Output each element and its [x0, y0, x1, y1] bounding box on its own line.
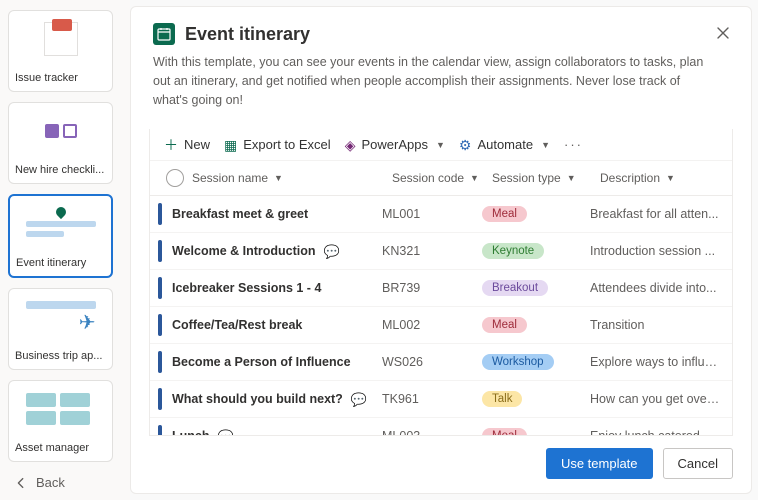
close-button[interactable] [711, 21, 735, 45]
powerapps-icon: ◈ [345, 138, 356, 152]
plus-icon: ＋ [164, 138, 178, 152]
use-template-button[interactable]: Use template [546, 448, 653, 479]
template-detail-panel: Event itinerary With this template, you … [130, 6, 752, 494]
cancel-button[interactable]: Cancel [663, 448, 733, 479]
list-rows[interactable]: Breakfast meet & greet ML001 Meal Breakf… [150, 196, 732, 435]
new-label: New [184, 137, 210, 152]
session-code: ML001 [382, 207, 482, 221]
page-description: With this template, you can see your eve… [153, 53, 713, 109]
chevron-down-icon: ▼ [666, 173, 675, 183]
session-name: What should you build next? [172, 392, 343, 406]
list-preview: ＋ New ▦ Export to Excel ◈ PowerApps ▼ ⚙ … [149, 129, 733, 436]
template-business-trip[interactable]: ✈ Business trip ap... [8, 288, 113, 370]
row-accent [158, 351, 162, 373]
session-name: Icebreaker Sessions 1 - 4 [172, 281, 321, 295]
template-event-itinerary[interactable]: Event itinerary [8, 194, 113, 278]
session-description: Enjoy lunch catered b... [590, 429, 726, 435]
session-code: ML003 [382, 429, 482, 435]
comment-icon[interactable]: 💬 [324, 245, 340, 258]
session-code: ML002 [382, 318, 482, 332]
template-label: New hire checkli... [9, 159, 112, 183]
template-new-hire-checklist[interactable]: New hire checkli... [8, 102, 113, 184]
session-name: Breakfast meet & greet [172, 207, 308, 221]
row-accent [158, 277, 162, 299]
back-button[interactable]: Back [8, 465, 122, 500]
session-code: WS026 [382, 355, 482, 369]
automate-button[interactable]: ⚙ Automate ▼ [459, 137, 550, 152]
chevron-down-icon: ▼ [541, 140, 550, 150]
table-row[interactable]: Welcome & Introduction 💬 KN321 Keynote I… [150, 233, 732, 270]
circle-icon [166, 169, 184, 187]
session-type: Meal [482, 428, 590, 435]
chevron-left-icon [14, 476, 28, 490]
session-description: Attendees divide into... [590, 281, 726, 295]
session-code: TK961 [382, 392, 482, 406]
new-button[interactable]: ＋ New [164, 137, 210, 152]
session-description: How can you get over... [590, 392, 726, 406]
command-bar: ＋ New ▦ Export to Excel ◈ PowerApps ▼ ⚙ … [150, 129, 732, 161]
table-row[interactable]: Become a Person of Influence WS026 Works… [150, 344, 732, 381]
powerapps-button[interactable]: ◈ PowerApps ▼ [345, 137, 445, 152]
row-accent [158, 425, 162, 435]
column-header-session-code[interactable]: Session code▼ [392, 171, 492, 185]
excel-icon: ▦ [224, 138, 237, 152]
template-label: Issue tracker [9, 67, 112, 91]
comment-icon[interactable]: 💬 [351, 393, 367, 406]
table-row[interactable]: Icebreaker Sessions 1 - 4 BR739 Breakout… [150, 270, 732, 307]
session-type: Workshop [482, 354, 590, 370]
close-icon [716, 26, 730, 40]
session-type: Keynote [482, 243, 590, 259]
session-description: Introduction session ... [590, 244, 726, 258]
template-label: Event itinerary [10, 252, 111, 276]
session-code: KN321 [382, 244, 482, 258]
column-header-row: Session name▼ Session code▼ Session type… [150, 161, 732, 196]
template-sidebar: Issue tracker New hire checkli... Event … [0, 0, 130, 500]
session-type: Meal [482, 206, 590, 222]
template-list: Issue tracker New hire checkli... Event … [8, 10, 122, 465]
row-accent [158, 203, 162, 225]
back-label: Back [36, 475, 65, 490]
row-accent [158, 314, 162, 336]
session-name: Coffee/Tea/Rest break [172, 318, 302, 332]
session-type: Meal [482, 317, 590, 333]
table-row[interactable]: Breakfast meet & greet ML001 Meal Breakf… [150, 196, 732, 233]
table-row[interactable]: Coffee/Tea/Rest break ML002 Meal Transit… [150, 307, 732, 344]
flow-icon: ⚙ [459, 138, 472, 152]
more-commands-button[interactable]: ··· [564, 137, 583, 152]
column-header-session-type[interactable]: Session type▼ [492, 171, 600, 185]
select-all[interactable] [158, 169, 192, 187]
session-description: Breakfast for all atten... [590, 207, 726, 221]
template-label: Business trip ap... [9, 345, 112, 369]
dialog-footer: Use template Cancel [131, 436, 751, 493]
chevron-down-icon: ▼ [567, 173, 576, 183]
template-label: Asset manager [9, 437, 112, 461]
session-type: Breakout [482, 280, 590, 296]
chevron-down-icon: ▼ [274, 173, 283, 183]
session-description: Transition [590, 318, 726, 332]
chevron-down-icon: ▼ [470, 173, 479, 183]
export-excel-label: Export to Excel [243, 137, 330, 152]
export-excel-button[interactable]: ▦ Export to Excel [224, 137, 331, 152]
session-name: Lunch [172, 429, 210, 435]
table-row[interactable]: Lunch 💬 ML003 Meal Enjoy lunch catered b… [150, 418, 732, 435]
comment-icon[interactable]: 💬 [218, 430, 234, 435]
calendar-icon [153, 23, 175, 45]
session-type: Talk [482, 391, 590, 407]
session-description: Explore ways to influe... [590, 355, 726, 369]
row-accent [158, 388, 162, 410]
chevron-down-icon: ▼ [436, 140, 445, 150]
template-asset-manager[interactable]: Asset manager [8, 380, 113, 462]
column-header-session-name[interactable]: Session name▼ [192, 171, 392, 185]
row-accent [158, 240, 162, 262]
page-title: Event itinerary [185, 24, 310, 45]
session-name: Welcome & Introduction [172, 244, 316, 258]
powerapps-label: PowerApps [361, 137, 427, 152]
template-issue-tracker[interactable]: Issue tracker [8, 10, 113, 92]
table-row[interactable]: What should you build next? 💬 TK961 Talk… [150, 381, 732, 418]
column-header-description[interactable]: Description▼ [600, 171, 726, 185]
session-name: Become a Person of Influence [172, 355, 351, 369]
session-code: BR739 [382, 281, 482, 295]
automate-label: Automate [477, 137, 533, 152]
